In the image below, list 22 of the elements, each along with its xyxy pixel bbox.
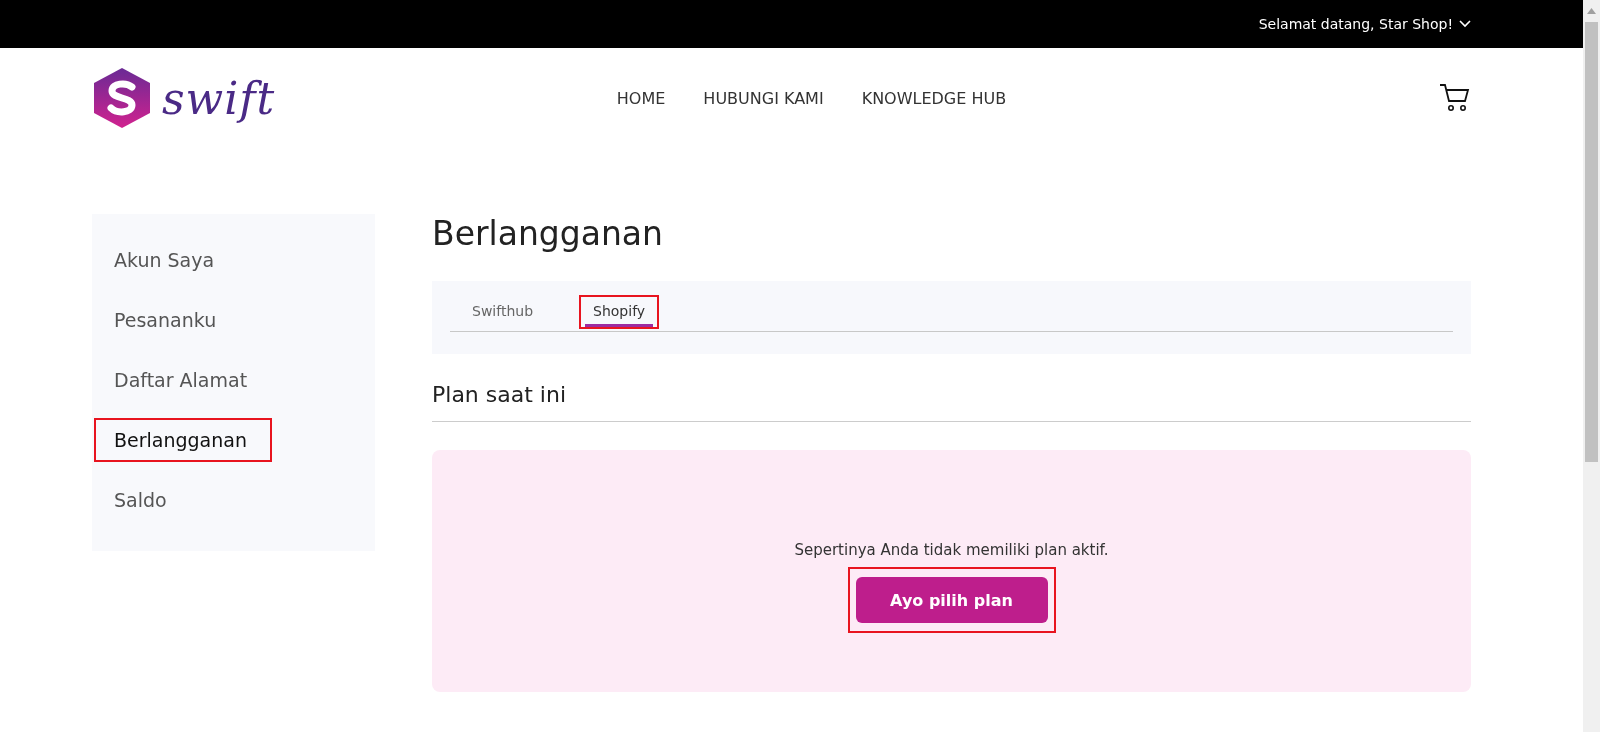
page-title: Berlangganan bbox=[432, 214, 664, 253]
sidebar-item[interactable]: Saldo bbox=[94, 478, 375, 522]
sidebar-item[interactable]: Berlangganan bbox=[94, 418, 272, 462]
sidebar-item[interactable]: Pesananku bbox=[94, 298, 375, 342]
scroll-up-icon bbox=[1587, 8, 1596, 14]
nav-link[interactable]: HOME bbox=[616, 88, 666, 108]
greeting-menu[interactable]: Selamat datang, Star Shop! bbox=[1258, 16, 1471, 32]
cart-icon bbox=[1439, 83, 1471, 113]
sidebar-item[interactable]: Daftar Alamat bbox=[94, 358, 375, 402]
sidebar-item[interactable]: Akun Saya bbox=[94, 238, 375, 282]
logo-text: swift bbox=[162, 72, 276, 124]
nav-link[interactable]: KNOWLEDGE HUB bbox=[861, 88, 1007, 108]
choose-plan-button[interactable]: Ayo pilih plan bbox=[855, 577, 1048, 623]
scrollbar[interactable] bbox=[1583, 0, 1600, 732]
empty-message: Sepertinya Anda tidak memiliki plan aktif. bbox=[794, 541, 1109, 559]
nav-link[interactable]: HUBUNGI KAMI bbox=[703, 88, 824, 108]
tab[interactable]: Swifthub bbox=[458, 295, 548, 329]
scroll-thumb[interactable] bbox=[1585, 22, 1598, 462]
tab[interactable]: Shopify bbox=[579, 295, 660, 329]
chevron-down-icon bbox=[1459, 20, 1471, 28]
section-title: Plan saat ini bbox=[432, 382, 1471, 422]
logo-icon bbox=[92, 67, 152, 129]
